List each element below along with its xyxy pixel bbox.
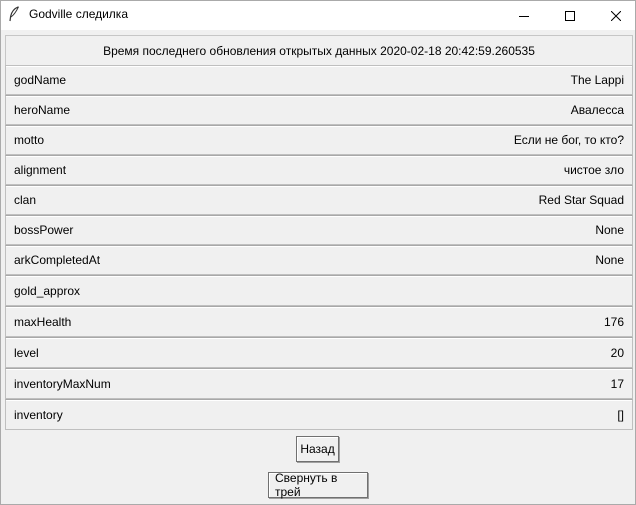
maximize-icon [565, 10, 575, 21]
table-row: maxHealth 176 [5, 306, 633, 337]
row-key: godName [14, 73, 67, 87]
table-row: heroName Авалесса [5, 95, 633, 125]
row-value: [] [617, 407, 624, 422]
title-bar[interactable]: Godville следилка [1, 1, 635, 30]
row-value: чистое зло [563, 163, 624, 177]
row-key: alignment [14, 163, 67, 177]
row-key: bossPower [14, 223, 74, 237]
table-row: arkCompletedAt None [5, 245, 633, 275]
table-row: clan Red Star Squad [5, 185, 633, 215]
row-value: The Lappi [570, 73, 624, 87]
close-icon [611, 10, 621, 21]
row-value: None [595, 253, 624, 267]
window-title: Godville следилка [29, 7, 128, 21]
table-row: alignment чистое зло [5, 155, 633, 185]
table-row: motto Если не бог, то кто? [5, 125, 633, 155]
table-row: gold_approx [5, 275, 633, 306]
table-row: inventory [] [5, 399, 633, 430]
row-key: arkCompletedAt [14, 253, 101, 267]
row-value: Авалесса [570, 103, 624, 117]
row-value: 176 [603, 314, 624, 329]
row-key: gold_approx [14, 283, 81, 298]
row-value: 17 [610, 376, 624, 391]
feather-icon [8, 6, 20, 22]
row-value: 20 [610, 345, 624, 360]
row-value: Если не бог, то кто? [513, 133, 624, 147]
table-row: inventoryMaxNum 17 [5, 368, 633, 399]
row-value: None [595, 223, 624, 237]
row-key: inventoryMaxNum [14, 376, 111, 391]
table-row: godName The Lappi [5, 65, 633, 95]
row-key: inventory [14, 407, 63, 422]
row-key: clan [14, 193, 37, 207]
maximize-button[interactable] [547, 1, 593, 30]
row-key: motto [14, 133, 45, 147]
last-update-header: Время последнего обновления открытых дан… [5, 35, 633, 65]
row-key: maxHealth [14, 314, 72, 329]
row-key: level [14, 345, 39, 360]
app-window: Godville следилка Время последнего обнов… [0, 0, 636, 505]
minimize-to-tray-button[interactable]: Свернуть в трей [268, 471, 368, 499]
data-panel: Время последнего обновления открытых дан… [5, 35, 633, 430]
row-key: heroName [14, 103, 71, 117]
close-button[interactable] [593, 1, 636, 30]
last-update-label: Время последнего обновления открытых дан… [103, 43, 535, 58]
table-row: bossPower None [5, 215, 633, 245]
minimize-button[interactable] [501, 1, 547, 30]
row-value: Red Star Squad [538, 193, 624, 207]
back-button[interactable]: Назад [296, 436, 339, 462]
minimize-icon [519, 15, 529, 17]
table-row: level 20 [5, 337, 633, 368]
